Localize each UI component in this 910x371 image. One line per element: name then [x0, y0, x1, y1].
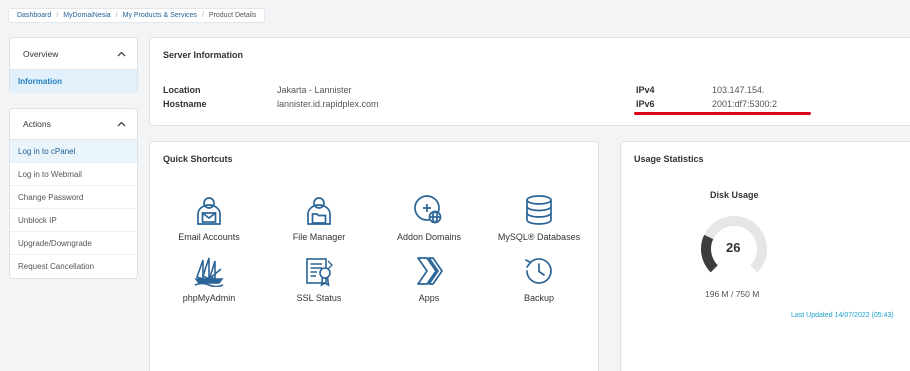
breadcrumb-mydomainesia[interactable]: MyDomaiNesia [63, 12, 110, 19]
breadcrumb-product-details: Product Details [208, 12, 257, 19]
server-information-title: Server Information [163, 50, 244, 60]
actions-title: Actions [23, 119, 51, 129]
ipv4-label: IPv4 [636, 85, 655, 95]
shortcut-apps-label: Apps [418, 293, 440, 303]
ipv6-label: IPv6 [636, 99, 655, 109]
sidebar-item-login-webmail[interactable]: Log in to Webmail [10, 163, 137, 186]
shortcut-backup-label: Backup [523, 293, 555, 303]
email-accounts-icon [197, 197, 221, 225]
breadcrumb-products-services[interactable]: My Products & Services [123, 12, 197, 19]
disk-usage-value: 26 [726, 240, 741, 255]
shortcut-addon-domains[interactable]: Addon Domains [374, 194, 484, 242]
shortcut-file-manager-label: File Manager [292, 232, 346, 242]
shortcut-mysql-databases[interactable]: MySQL® Databases [484, 194, 594, 242]
chevron-up-icon[interactable] [115, 119, 127, 129]
breadcrumb-dashboard[interactable]: Dashboard [17, 12, 51, 19]
overview-panel: Overview Information [9, 37, 138, 93]
database-icon [526, 195, 552, 225]
shortcut-backup[interactable]: Backup [484, 255, 594, 303]
shortcut-addon-domains-label: Addon Domains [396, 232, 462, 242]
shortcut-mysql-databases-label: MySQL® Databases [497, 232, 581, 242]
disk-usage-detail: 196 M / 750 M [705, 289, 760, 299]
shortcut-email-accounts-label: Email Accounts [178, 232, 240, 242]
sidebar-item-request-cancellation[interactable]: Request Cancellation [10, 255, 137, 278]
shortcut-ssl-status-label: SSL Status [296, 293, 342, 303]
backup-clock-icon [525, 258, 552, 284]
breadcrumb: Dashboard / MyDomaiNesia / My Products &… [8, 8, 266, 23]
shortcut-ssl-status[interactable]: SSL Status [264, 255, 374, 303]
actions-panel: Actions Log in to cPanel Log in to Webma… [9, 108, 138, 279]
ipv6-value: 2001:df7:5300:2 [712, 99, 778, 109]
file-manager-icon [307, 197, 331, 225]
last-updated-text: Last Updated 14/07/2022 (05:43) [791, 312, 894, 319]
sidebar-item-information[interactable]: Information [10, 70, 137, 93]
overview-title: Overview [23, 48, 59, 59]
apps-icon [417, 257, 443, 285]
hostname-value: lannister.id.rapidplex.com [277, 99, 379, 109]
shortcut-file-manager[interactable]: File Manager [264, 194, 374, 242]
sidebar-item-login-cpanel[interactable]: Log in to cPanel [10, 140, 137, 163]
shortcut-email-accounts[interactable]: Email Accounts [154, 194, 264, 242]
sidebar-item-unblock-ip[interactable]: Unblock IP [10, 209, 137, 232]
quick-shortcuts-title: Quick Shortcuts [163, 154, 233, 164]
usage-statistics-title: Usage Statistics [634, 154, 704, 164]
quick-shortcuts-card: Quick Shortcuts Email Accounts File Mana… [149, 141, 599, 371]
sidebar-item-upgrade-downgrade[interactable]: Upgrade/Downgrade [10, 232, 137, 255]
usage-statistics-card: Usage Statistics Disk Usage 26 196 M / 7… [620, 141, 910, 371]
location-label: Location [163, 85, 201, 95]
ipv6-red-underline [634, 112, 811, 115]
phpmyadmin-icon [194, 257, 224, 287]
hostname-label: Hostname [163, 99, 207, 109]
shortcut-phpmyadmin[interactable]: phpMyAdmin [154, 255, 264, 303]
server-information-card: Server Information Location Jakarta - La… [149, 37, 910, 126]
sidebar-item-change-password[interactable]: Change Password [10, 186, 137, 209]
disk-usage-title: Disk Usage [710, 190, 759, 200]
breadcrumb-separator: / [115, 12, 118, 19]
ipv4-value: 103.147.154. [712, 85, 765, 95]
addon-domains-icon [414, 195, 442, 224]
shortcut-phpmyadmin-label: phpMyAdmin [182, 293, 236, 303]
ssl-certificate-icon [306, 258, 333, 287]
breadcrumb-separator: / [201, 12, 204, 19]
breadcrumb-separator: / [56, 12, 59, 19]
actions-header[interactable]: Actions [10, 109, 137, 140]
chevron-up-icon[interactable] [115, 49, 127, 59]
location-value: Jakarta - Lannister [277, 85, 352, 95]
overview-header[interactable]: Overview [10, 38, 137, 70]
shortcut-apps[interactable]: Apps [374, 255, 484, 303]
